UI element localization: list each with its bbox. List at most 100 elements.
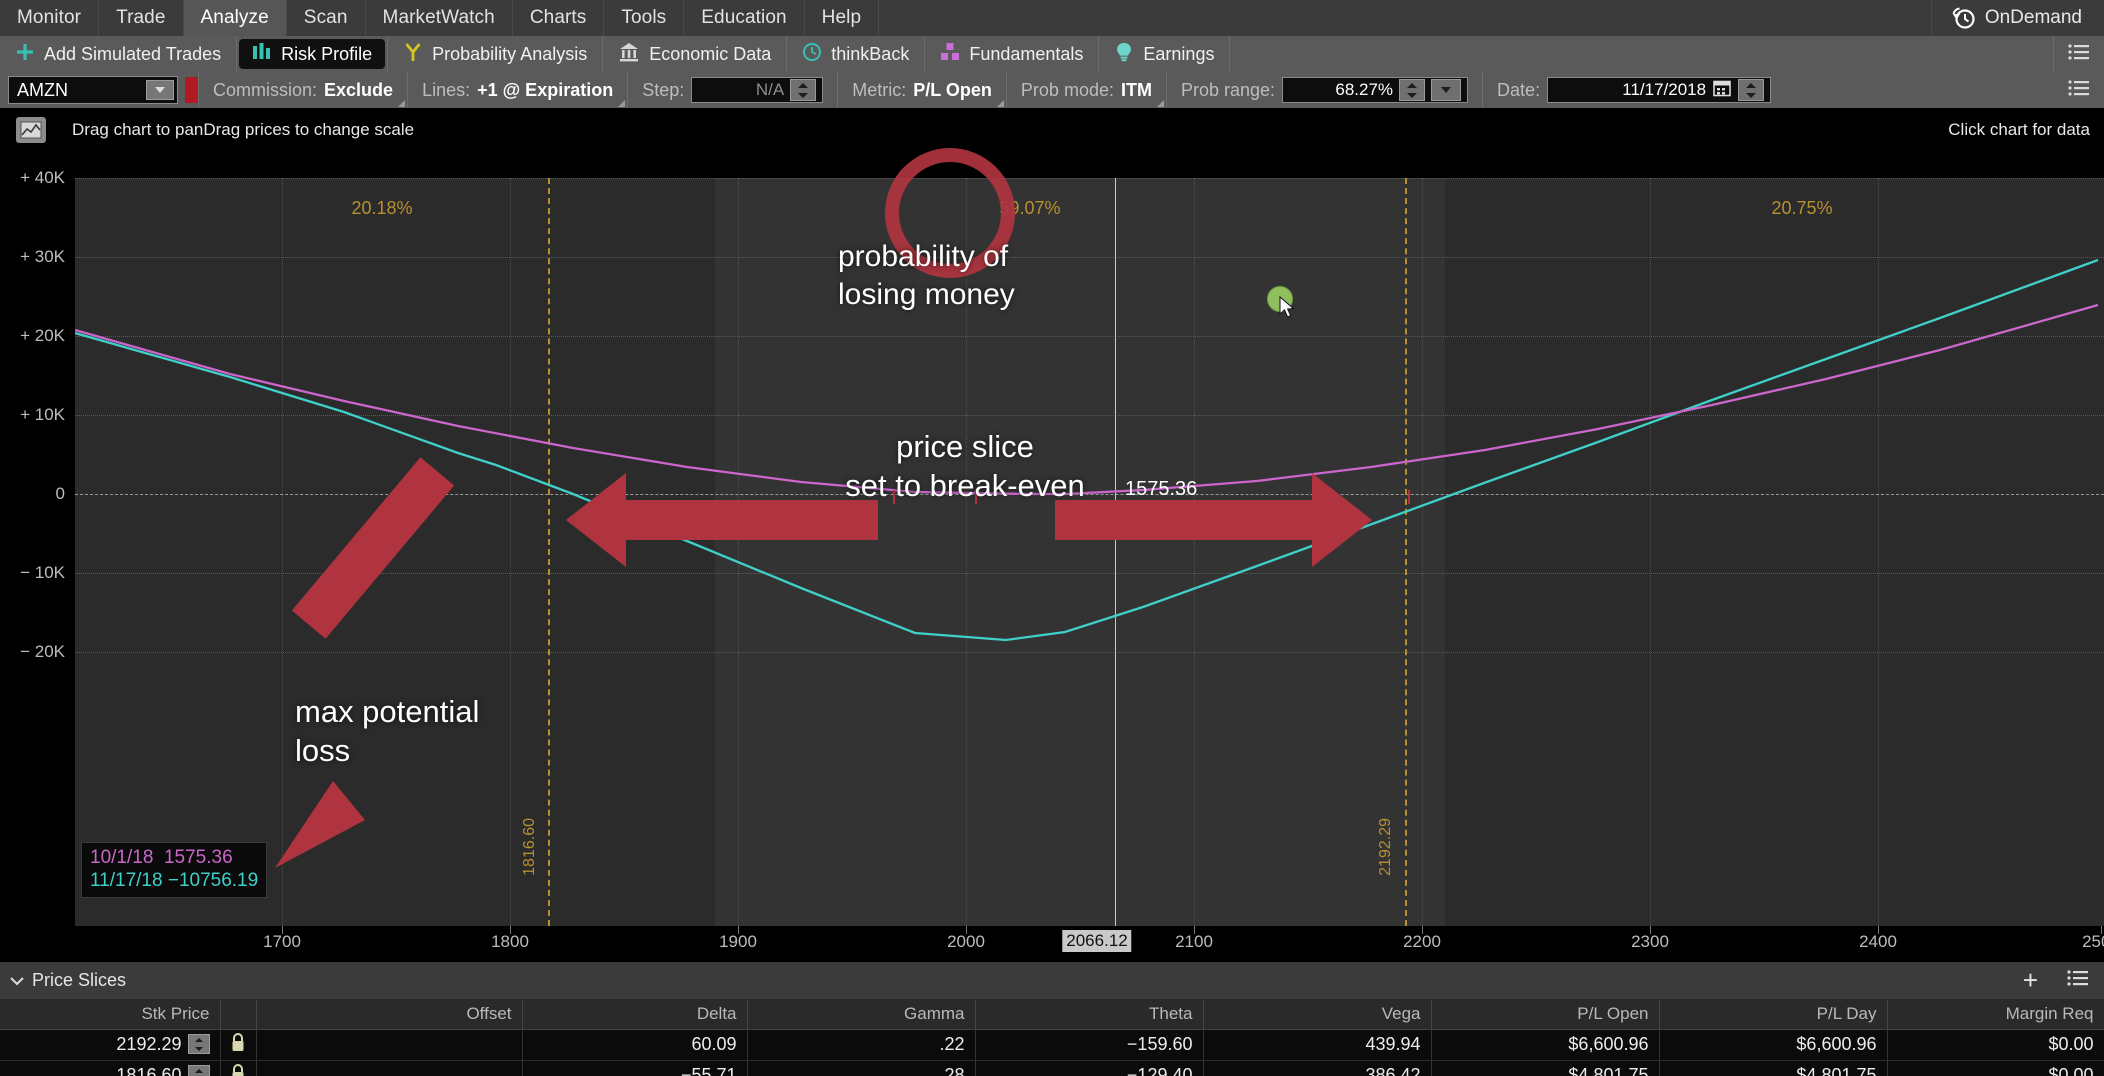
prob-mode-field[interactable]: Prob mode: ITM bbox=[1006, 72, 1166, 108]
y-tick-label: + 40K bbox=[20, 168, 65, 188]
menu-label: Tools bbox=[621, 7, 666, 29]
tab-thinkback[interactable]: thinkBack bbox=[787, 36, 925, 72]
menu-item-analyze[interactable]: Analyze bbox=[184, 0, 287, 36]
menu-item-education[interactable]: Education bbox=[684, 0, 804, 36]
menu-item-marketwatch[interactable]: MarketWatch bbox=[366, 0, 513, 36]
tab-fundamentals[interactable]: Fundamentals bbox=[925, 36, 1099, 72]
col-pl-open[interactable]: P/L Open bbox=[1431, 1000, 1659, 1029]
col-delta[interactable]: Delta bbox=[522, 1000, 747, 1029]
calendar-icon[interactable] bbox=[1712, 78, 1732, 103]
col-offset[interactable]: Offset bbox=[256, 1000, 522, 1029]
col-margin-req[interactable]: Margin Req bbox=[1887, 1000, 2104, 1029]
cell-lock[interactable] bbox=[220, 1060, 256, 1076]
date-stepper[interactable] bbox=[1738, 79, 1764, 101]
tab-risk-profile[interactable]: Risk Profile bbox=[239, 39, 385, 69]
chart-plot-area[interactable]: 1816.60 2192.29 20.18% 59.07% 20.75% 157… bbox=[75, 178, 2104, 926]
chart-hint-right: Click chart for data bbox=[1948, 120, 2090, 140]
date-field[interactable]: Date: 11/17/2018 bbox=[1482, 72, 1785, 108]
symbol-dropdown-icon[interactable] bbox=[146, 80, 174, 100]
tab-economic-data[interactable]: Economic Data bbox=[603, 36, 787, 72]
step-stepper[interactable] bbox=[790, 79, 816, 101]
stk-price-value: 1816.60 bbox=[116, 1065, 181, 1076]
menu-item-monitor[interactable]: Monitor bbox=[0, 0, 99, 36]
cell-offset[interactable] bbox=[256, 1029, 522, 1060]
stk-price-stepper[interactable] bbox=[188, 1034, 210, 1054]
cell-delta: −55.71 bbox=[522, 1060, 747, 1076]
chart-type-icon[interactable] bbox=[16, 117, 46, 143]
list-menu-icon bbox=[2067, 42, 2091, 67]
stk-price-stepper[interactable] bbox=[188, 1065, 210, 1076]
y-tick-label: − 10K bbox=[20, 563, 65, 583]
lines-field[interactable]: Lines: +1 @ Expiration bbox=[407, 72, 627, 108]
table-row[interactable]: 2192.29 60.09 .22 bbox=[0, 1029, 2104, 1060]
chart-legend: 10/1/18 1575.36 11/17/18 −10756.19 bbox=[81, 842, 267, 899]
prob-range-field[interactable]: Prob range: 68.27% bbox=[1166, 72, 1482, 108]
prob-range-stepper[interactable] bbox=[1399, 79, 1425, 101]
menu-label: Trade bbox=[116, 7, 165, 29]
lines-value: +1 @ Expiration bbox=[477, 80, 613, 101]
menu-item-scan[interactable]: Scan bbox=[287, 0, 366, 36]
probability-icon bbox=[403, 42, 423, 67]
cell-offset[interactable] bbox=[256, 1060, 522, 1076]
table-row[interactable]: 1816.60 −55.71 .28 bbox=[0, 1060, 2104, 1076]
col-gamma[interactable]: Gamma bbox=[747, 1000, 975, 1029]
main-menu-bar: Monitor Trade Analyze Scan MarketWatch C… bbox=[0, 0, 2104, 36]
ondemand-button[interactable]: OnDemand bbox=[1932, 0, 2104, 36]
commission-field[interactable]: Commission: Exclude bbox=[198, 72, 407, 108]
cell-lock[interactable] bbox=[220, 1029, 256, 1060]
cell-stk-price[interactable]: 1816.60 bbox=[0, 1060, 220, 1076]
col-vega[interactable]: Vega bbox=[1203, 1000, 1431, 1029]
legend-row-2: 11/17/18 −10756.19 bbox=[90, 869, 258, 893]
table-header-row: Stk Price Offset Delta Gamma Theta Vega … bbox=[0, 1000, 2104, 1029]
lines-label: Lines: bbox=[422, 80, 470, 101]
menu-item-trade[interactable]: Trade bbox=[99, 0, 183, 36]
tab-probability-analysis[interactable]: Probability Analysis bbox=[388, 36, 603, 72]
lock-icon[interactable] bbox=[230, 1032, 246, 1057]
cell-stk-price[interactable]: 2192.29 bbox=[0, 1029, 220, 1060]
cell-gamma: .22 bbox=[747, 1029, 975, 1060]
prob-range-label: Prob range: bbox=[1181, 80, 1275, 101]
metric-field[interactable]: Metric: P/L Open bbox=[837, 72, 1006, 108]
chart-x-axis: 1700 1800 1900 2000 2066.12 2100 2200 23… bbox=[75, 926, 2104, 962]
mouse-cursor-icon bbox=[1279, 296, 1297, 325]
date-label: Date: bbox=[1497, 80, 1540, 101]
risk-profile-chart[interactable]: + 40K + 30K + 20K + 10K 0 − 10K − 20K bbox=[0, 152, 2104, 962]
tab-earnings[interactable]: Earnings bbox=[1099, 36, 1230, 72]
price-slices-header[interactable]: Price Slices + bbox=[0, 962, 2104, 1000]
price-slices-title: Price Slices bbox=[32, 970, 126, 991]
step-field[interactable]: Step: N/A bbox=[627, 72, 837, 108]
tab-label: thinkBack bbox=[831, 44, 909, 65]
analyze-tool-tabs: Add Simulated Trades Risk Profile bbox=[0, 36, 2104, 72]
tab-label: Add Simulated Trades bbox=[44, 44, 221, 65]
col-lock bbox=[220, 1000, 256, 1029]
date-input[interactable]: 11/17/2018 bbox=[1547, 77, 1771, 103]
add-price-slice-button[interactable]: + bbox=[2023, 965, 2058, 996]
resize-corner-icon bbox=[398, 100, 405, 107]
prob-range-dropdown-icon[interactable] bbox=[1431, 79, 1461, 101]
x-tick-label: 2400 bbox=[1859, 932, 1897, 952]
menu-label: Monitor bbox=[17, 7, 81, 29]
col-pl-day[interactable]: P/L Day bbox=[1659, 1000, 1887, 1029]
step-input[interactable]: N/A bbox=[691, 77, 823, 103]
menu-item-charts[interactable]: Charts bbox=[513, 0, 605, 36]
tab-label: Risk Profile bbox=[281, 44, 372, 65]
col-stk-price[interactable]: Stk Price bbox=[0, 1000, 220, 1029]
collapse-chevron-icon[interactable] bbox=[10, 970, 24, 991]
alert-flag-icon[interactable] bbox=[185, 77, 198, 103]
prob-range-input[interactable]: 68.27% bbox=[1282, 77, 1468, 103]
price-slices-table[interactable]: Stk Price Offset Delta Gamma Theta Vega … bbox=[0, 1000, 2104, 1076]
tab-add-simulated-trades[interactable]: Add Simulated Trades bbox=[0, 36, 237, 72]
symbol-input[interactable]: AMZN bbox=[8, 76, 178, 104]
lock-icon[interactable] bbox=[230, 1063, 246, 1076]
menu-label: Scan bbox=[304, 7, 348, 29]
price-slices-options-menu-button[interactable] bbox=[2066, 968, 2104, 993]
menu-item-tools[interactable]: Tools bbox=[604, 0, 684, 36]
cell-delta: 60.09 bbox=[522, 1029, 747, 1060]
tab-risk-profile-wrap: Risk Profile bbox=[237, 36, 388, 72]
series-line-10-1-18 bbox=[75, 305, 2098, 494]
prob-mode-value: ITM bbox=[1121, 80, 1152, 101]
menu-item-help[interactable]: Help bbox=[805, 0, 879, 36]
col-theta[interactable]: Theta bbox=[975, 1000, 1203, 1029]
toolrow-options-menu-button[interactable] bbox=[2054, 36, 2104, 72]
settings-options-menu-button[interactable] bbox=[2054, 78, 2104, 103]
